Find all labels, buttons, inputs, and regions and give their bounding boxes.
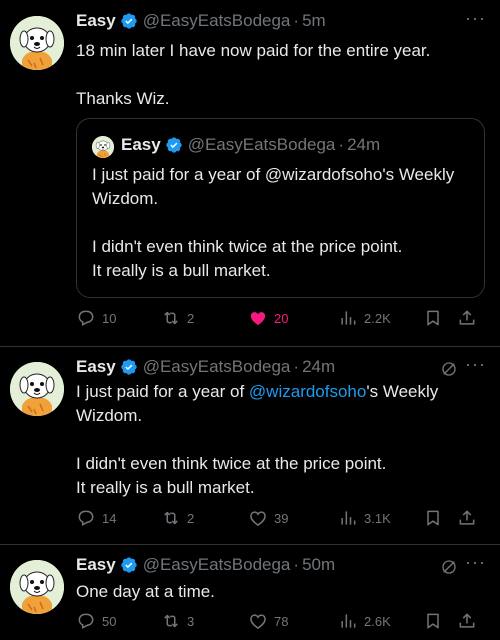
avatar[interactable] bbox=[10, 560, 64, 614]
bookmark-icon bbox=[423, 611, 443, 631]
like-icon bbox=[248, 611, 268, 631]
separator-dot: · bbox=[293, 555, 300, 574]
verified-badge-icon bbox=[120, 358, 138, 376]
share-button[interactable] bbox=[457, 508, 483, 528]
quote-text: I just paid for a year of @wizardofsoho'… bbox=[92, 165, 455, 280]
tweet-text: 18 min later I have now paid for the ent… bbox=[76, 41, 431, 108]
repost-icon bbox=[161, 308, 181, 328]
timestamp[interactable]: 5m bbox=[302, 11, 326, 31]
more-icon[interactable]: ··· bbox=[465, 552, 486, 573]
verified-badge-icon bbox=[120, 12, 138, 30]
tweet-header: Easy @EasyEatsBodega · 5m bbox=[76, 11, 326, 31]
views-button[interactable]: 2.2K bbox=[338, 308, 391, 328]
tweet-text: One day at a time. bbox=[76, 582, 215, 601]
views-button[interactable]: 3.1K bbox=[338, 508, 391, 528]
action-bar: 10 2 20 2.2K bbox=[76, 308, 486, 332]
like-count: 78 bbox=[274, 613, 289, 629]
grok-icon[interactable] bbox=[440, 558, 458, 576]
repost-button[interactable]: 3 bbox=[161, 611, 194, 631]
timestamp[interactable]: 50m bbox=[302, 555, 335, 575]
author-handle[interactable]: @EasyEatsBodega bbox=[143, 555, 291, 575]
like-icon bbox=[248, 308, 268, 328]
views-count: 2.6K bbox=[364, 613, 391, 629]
reply-button[interactable]: 50 bbox=[76, 611, 116, 631]
separator-dot: · bbox=[338, 135, 345, 154]
reply-icon bbox=[76, 611, 96, 631]
bookmark-icon bbox=[423, 308, 443, 328]
share-button[interactable] bbox=[457, 308, 483, 328]
repost-icon bbox=[161, 508, 181, 528]
share-icon bbox=[457, 508, 477, 528]
timestamp[interactable]: 24m bbox=[302, 357, 335, 377]
tweet-text: I just paid for a year of @wizardofsoho'… bbox=[76, 380, 486, 500]
views-icon bbox=[338, 508, 358, 528]
avatar[interactable] bbox=[10, 16, 64, 70]
views-count: 2.2K bbox=[364, 310, 391, 326]
views-count: 3.1K bbox=[364, 510, 391, 526]
author-handle[interactable]: @EasyEatsBodega bbox=[143, 11, 291, 31]
bookmark-button[interactable] bbox=[423, 508, 449, 528]
like-count: 39 bbox=[274, 510, 289, 526]
quote-author-name: Easy bbox=[121, 135, 161, 154]
bookmark-icon bbox=[423, 508, 443, 528]
more-icon[interactable]: ··· bbox=[465, 8, 486, 29]
action-bar: 50 3 78 2.6K bbox=[76, 611, 486, 635]
tweet-2[interactable]: Easy @EasyEatsBodega · 24m ··· I just pa… bbox=[0, 347, 500, 543]
tweet-text-part: I just paid for a year of bbox=[76, 382, 249, 401]
author-name[interactable]: Easy bbox=[76, 357, 116, 377]
share-icon bbox=[457, 308, 477, 328]
avatar[interactable] bbox=[10, 362, 64, 416]
dog-avatar-icon bbox=[10, 560, 64, 614]
verified-badge-icon bbox=[165, 136, 183, 154]
repost-icon bbox=[161, 611, 181, 631]
like-count: 20 bbox=[274, 310, 289, 326]
views-icon bbox=[338, 611, 358, 631]
repost-button[interactable]: 2 bbox=[161, 308, 194, 328]
author-name[interactable]: Easy bbox=[76, 555, 116, 575]
separator-dot: · bbox=[293, 11, 300, 30]
repost-count: 3 bbox=[187, 613, 195, 629]
repost-count: 2 bbox=[187, 510, 195, 526]
reply-icon bbox=[76, 308, 96, 328]
bookmark-button[interactable] bbox=[423, 308, 449, 328]
mention-link[interactable]: @wizardofsoho bbox=[249, 382, 366, 401]
dog-avatar-icon bbox=[92, 136, 114, 158]
like-button[interactable]: 20 bbox=[248, 308, 288, 328]
reply-count: 10 bbox=[102, 310, 117, 326]
bookmark-button[interactable] bbox=[423, 611, 449, 631]
author-name[interactable]: Easy bbox=[76, 11, 116, 31]
reply-count: 14 bbox=[102, 510, 117, 526]
quote-header: Easy @EasyEatsBodega · 24m bbox=[121, 135, 380, 155]
dog-avatar-icon bbox=[10, 16, 64, 70]
more-icon[interactable]: ··· bbox=[465, 354, 486, 375]
reply-button[interactable]: 10 bbox=[76, 308, 116, 328]
repost-button[interactable]: 2 bbox=[161, 508, 194, 528]
reply-icon bbox=[76, 508, 96, 528]
repost-count: 2 bbox=[187, 310, 195, 326]
share-button[interactable] bbox=[457, 611, 483, 631]
like-button[interactable]: 39 bbox=[248, 508, 288, 528]
tweet-1[interactable]: Easy @EasyEatsBodega · 5m ··· 18 min lat… bbox=[0, 0, 500, 345]
reply-button[interactable]: 14 bbox=[76, 508, 116, 528]
views-icon bbox=[338, 308, 358, 328]
verified-badge-icon bbox=[120, 556, 138, 574]
share-icon bbox=[457, 611, 477, 631]
tweet-header: Easy @EasyEatsBodega · 24m bbox=[76, 357, 335, 377]
grok-icon[interactable] bbox=[440, 360, 458, 378]
quoted-tweet[interactable]: Easy @EasyEatsBodega · 24m I just paid f… bbox=[76, 118, 485, 298]
tweet-header: Easy @EasyEatsBodega · 50m bbox=[76, 555, 335, 575]
quote-author-handle: @EasyEatsBodega bbox=[187, 135, 336, 154]
tweet-3[interactable]: Easy @EasyEatsBodega · 50m ··· One day a… bbox=[0, 545, 500, 640]
action-bar: 14 2 39 3.1K bbox=[76, 508, 486, 532]
quote-timestamp: 24m bbox=[347, 135, 381, 154]
like-button[interactable]: 78 bbox=[248, 611, 288, 631]
quote-avatar bbox=[92, 136, 114, 158]
reply-count: 50 bbox=[102, 613, 117, 629]
author-handle[interactable]: @EasyEatsBodega bbox=[143, 357, 291, 377]
dog-avatar-icon bbox=[10, 362, 64, 416]
like-icon bbox=[248, 508, 268, 528]
separator-dot: · bbox=[293, 357, 300, 376]
views-button[interactable]: 2.6K bbox=[338, 611, 391, 631]
